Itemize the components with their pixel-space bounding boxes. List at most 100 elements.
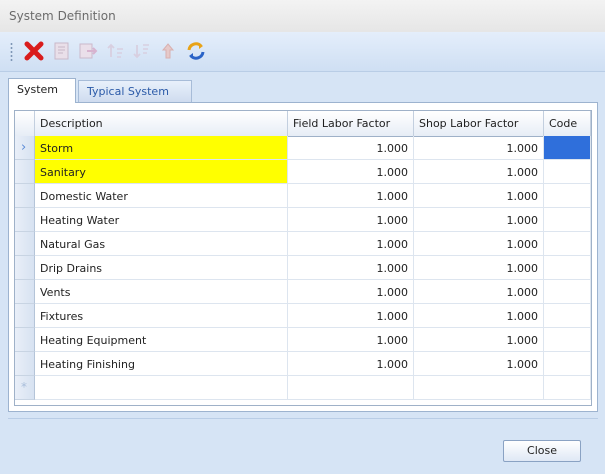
column-header-code[interactable]: Code — [544, 111, 591, 136]
sort-descending-icon — [133, 44, 149, 59]
cell-field-labor-factor[interactable]: 1.000 — [288, 136, 414, 160]
header-indicator-cell — [15, 111, 35, 136]
cell-shop-labor-factor[interactable]: 1.000 — [414, 208, 544, 232]
current-row-chevron-icon: › — [21, 140, 27, 155]
tab-panel: Description Field Labor Factor Shop Labo… — [8, 102, 598, 412]
row-indicator[interactable] — [15, 208, 35, 232]
cell-shop-labor-factor[interactable]: 1.000 — [414, 352, 544, 376]
cell-code[interactable] — [544, 328, 591, 352]
cell-shop-labor-factor[interactable]: 1.000 — [414, 280, 544, 304]
new-row-cell[interactable] — [288, 376, 414, 400]
sort-descending-button[interactable] — [130, 39, 154, 63]
new-row-cell[interactable] — [544, 376, 591, 400]
table-row[interactable]: Natural Gas 1.000 1.000 — [15, 232, 591, 256]
row-indicator[interactable] — [15, 304, 35, 328]
system-grid: Description Field Labor Factor Shop Labo… — [14, 110, 592, 406]
cell-description[interactable]: Heating Equipment — [35, 328, 288, 352]
column-header-description[interactable]: Description — [35, 111, 288, 136]
cell-field-labor-factor[interactable]: 1.000 — [288, 160, 414, 184]
sort-ascending-icon — [107, 43, 123, 58]
table-row[interactable]: Domestic Water 1.000 1.000 — [15, 184, 591, 208]
table-row[interactable]: Fixtures 1.000 1.000 — [15, 304, 591, 328]
move-up-icon — [161, 43, 175, 59]
cell-shop-labor-factor[interactable]: 1.000 — [414, 256, 544, 280]
row-indicator[interactable] — [15, 160, 35, 184]
cell-field-labor-factor[interactable]: 1.000 — [288, 352, 414, 376]
row-indicator[interactable]: › — [15, 136, 35, 160]
new-row-star-icon: * — [21, 380, 27, 394]
column-header-shop-labor-factor[interactable]: Shop Labor Factor — [414, 111, 544, 136]
cell-code[interactable] — [544, 352, 591, 376]
cell-description[interactable]: Sanitary — [35, 160, 288, 184]
new-row[interactable]: * — [15, 376, 591, 400]
export-button[interactable] — [76, 39, 100, 63]
footer: Close — [0, 418, 605, 474]
row-indicator[interactable] — [15, 184, 35, 208]
delete-button[interactable] — [22, 39, 46, 63]
row-indicator[interactable] — [15, 328, 35, 352]
row-indicator[interactable] — [15, 280, 35, 304]
table-row[interactable]: Heating Water 1.000 1.000 — [15, 208, 591, 232]
table-row[interactable]: Vents 1.000 1.000 — [15, 280, 591, 304]
new-row-cell[interactable] — [414, 376, 544, 400]
row-indicator[interactable] — [15, 256, 35, 280]
cell-shop-labor-factor[interactable]: 1.000 — [414, 304, 544, 328]
cell-description[interactable]: Domestic Water — [35, 184, 288, 208]
cell-code[interactable] — [544, 136, 591, 160]
cell-description[interactable]: Vents — [35, 280, 288, 304]
refresh-icon — [187, 42, 205, 60]
export-icon — [79, 43, 98, 59]
window-title: System Definition — [9, 9, 116, 23]
cell-description[interactable]: Heating Water — [35, 208, 288, 232]
footer-divider — [8, 418, 598, 419]
table-row[interactable]: Drip Drains 1.000 1.000 — [15, 256, 591, 280]
cell-description[interactable]: Natural Gas — [35, 232, 288, 256]
close-button[interactable]: Close — [503, 440, 581, 462]
row-indicator[interactable] — [15, 352, 35, 376]
cell-field-labor-factor[interactable]: 1.000 — [288, 280, 414, 304]
cell-code[interactable] — [544, 208, 591, 232]
cell-description[interactable]: Storm — [35, 136, 288, 160]
table-row[interactable]: › Storm 1.000 1.000 — [15, 136, 591, 160]
sort-ascending-button[interactable] — [104, 39, 128, 63]
system-definition-window: System Definition System Typical System … — [0, 0, 605, 474]
new-row-indicator[interactable]: * — [15, 376, 35, 400]
cell-shop-labor-factor[interactable]: 1.000 — [414, 160, 544, 184]
cell-field-labor-factor[interactable]: 1.000 — [288, 304, 414, 328]
tab-strip: System Typical System — [8, 78, 598, 103]
cell-description[interactable]: Heating Finishing — [35, 352, 288, 376]
cell-code[interactable] — [544, 280, 591, 304]
cell-code[interactable] — [544, 160, 591, 184]
cell-field-labor-factor[interactable]: 1.000 — [288, 184, 414, 208]
cell-description[interactable]: Drip Drains — [35, 256, 288, 280]
cell-shop-labor-factor[interactable]: 1.000 — [414, 328, 544, 352]
cell-code[interactable] — [544, 184, 591, 208]
toolbar-grip-icon[interactable] — [10, 42, 13, 62]
edit-icon — [54, 42, 69, 60]
table-row[interactable]: Sanitary 1.000 1.000 — [15, 160, 591, 184]
cell-code[interactable] — [544, 256, 591, 280]
cell-code[interactable] — [544, 232, 591, 256]
cell-shop-labor-factor[interactable]: 1.000 — [414, 232, 544, 256]
table-row[interactable]: Heating Finishing 1.000 1.000 — [15, 352, 591, 376]
refresh-button[interactable] — [184, 39, 208, 63]
table-row[interactable]: Heating Equipment 1.000 1.000 — [15, 328, 591, 352]
move-up-button[interactable] — [156, 39, 180, 63]
new-row-cell[interactable] — [35, 376, 288, 400]
cell-field-labor-factor[interactable]: 1.000 — [288, 232, 414, 256]
cell-description[interactable]: Fixtures — [35, 304, 288, 328]
cell-field-labor-factor[interactable]: 1.000 — [288, 256, 414, 280]
delete-icon — [24, 41, 44, 61]
tab-typical-system[interactable]: Typical System — [78, 80, 192, 102]
row-indicator[interactable] — [15, 232, 35, 256]
grid-header: Description Field Labor Factor Shop Labo… — [15, 111, 591, 137]
cell-code[interactable] — [544, 304, 591, 328]
cell-shop-labor-factor[interactable]: 1.000 — [414, 184, 544, 208]
edit-button[interactable] — [50, 39, 74, 63]
title-bar: System Definition — [0, 0, 605, 32]
cell-field-labor-factor[interactable]: 1.000 — [288, 328, 414, 352]
cell-field-labor-factor[interactable]: 1.000 — [288, 208, 414, 232]
cell-shop-labor-factor[interactable]: 1.000 — [414, 136, 544, 160]
column-header-field-labor-factor[interactable]: Field Labor Factor — [288, 111, 414, 136]
tab-system[interactable]: System — [8, 78, 76, 103]
